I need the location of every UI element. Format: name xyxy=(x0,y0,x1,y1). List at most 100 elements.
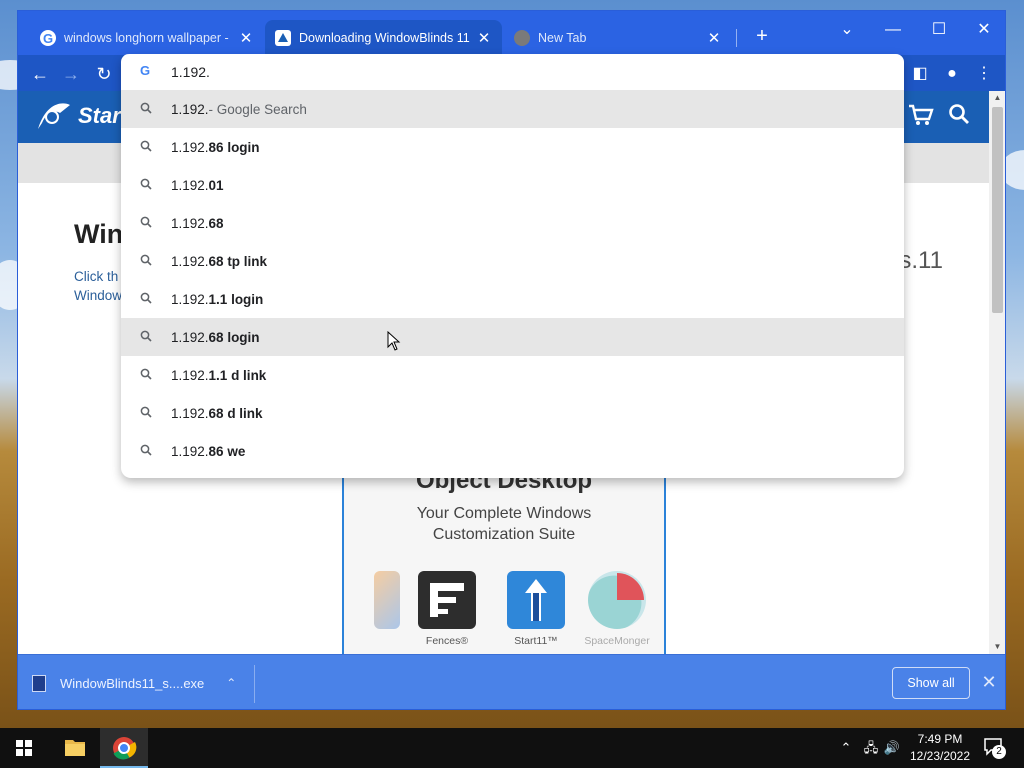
address-bar[interactable]: G 1.192. xyxy=(121,54,904,90)
chrome-taskbar-button[interactable] xyxy=(100,728,148,768)
show-all-button[interactable]: Show all xyxy=(892,667,970,699)
omnibox-suggestion[interactable]: 1.192. 86 login xyxy=(121,128,904,166)
search-icon xyxy=(121,254,171,269)
clock[interactable]: 7:49 PM 12/23/2022 xyxy=(902,731,978,765)
back-button[interactable]: ← xyxy=(27,61,53,87)
suggestion-completion-text: 1.1 login xyxy=(208,291,264,307)
downloads-bar: WindowBlinds11_s....exe ⌃ Show all ✕ xyxy=(18,654,1005,709)
tab-downloading-windowblinds[interactable]: Downloading WindowBlinds 11 ✕ xyxy=(265,20,502,55)
menu-icon[interactable]: ⋮ xyxy=(971,61,997,87)
search-icon xyxy=(121,292,171,307)
svg-text:G: G xyxy=(43,31,53,46)
tab-close-icon[interactable]: ✕ xyxy=(476,29,492,47)
promo-subtitle-line: Customization Suite xyxy=(432,526,576,543)
new-tab-button[interactable]: + xyxy=(750,25,774,49)
omnibox-suggestion[interactable]: 1.192. - Google Search xyxy=(121,90,904,128)
tab-close-icon[interactable]: ✕ xyxy=(706,29,722,47)
side-panel-icon[interactable]: ◧ xyxy=(907,61,933,87)
stardock-logo-icon xyxy=(38,103,70,129)
reload-button[interactable]: ↻ xyxy=(91,61,117,87)
file-explorer-button[interactable] xyxy=(51,728,99,768)
suggestion-typed-text: 1.192. xyxy=(171,443,209,459)
download-item[interactable]: WindowBlinds11_s....exe ⌃ xyxy=(32,667,236,699)
suggestion-typed-text: 1.192. xyxy=(171,329,209,345)
tab-longhorn-wallpaper[interactable]: G windows longhorn wallpaper - G ✕ xyxy=(30,20,264,55)
tab-title: windows longhorn wallpaper - G xyxy=(64,30,232,45)
app-name: Fences® xyxy=(425,635,469,647)
omnibox-suggestion[interactable]: 1.192. 68 xyxy=(121,204,904,242)
start-button[interactable] xyxy=(0,728,48,768)
intro-line: Click th xyxy=(74,269,119,284)
tray-chevron-icon[interactable]: ⌃ xyxy=(836,728,856,768)
tab-new-tab[interactable]: New Tab ✕ xyxy=(504,20,732,55)
suggestion-typed-text: 1.192. xyxy=(171,101,209,117)
site-search-icon[interactable] xyxy=(948,103,970,131)
promo-subtitle-line: Your Complete Windows xyxy=(416,505,592,522)
notification-badge: 2 xyxy=(992,745,1006,759)
suggestion-completion-text: 1.1 d link xyxy=(208,367,267,383)
suggestion-typed-text: 1.192. xyxy=(171,139,209,155)
clock-date: 12/23/2022 xyxy=(909,749,971,763)
suggestion-typed-text: 1.192. xyxy=(171,177,209,193)
app-name: SpaceMonger xyxy=(584,635,650,647)
folder-icon xyxy=(65,740,85,756)
omnibox-suggestion[interactable]: 1.192. 68 login xyxy=(121,318,904,356)
omnibox-suggestion[interactable]: 1.192. 68 tp link xyxy=(121,242,904,280)
omnibox-suggestion[interactable]: 1.192. 86 we xyxy=(121,432,904,470)
suggestion-completion-text: 68 login xyxy=(208,329,260,345)
omnibox-dropdown: G 1.192. 1.192. - Google Search 1.192. 86 … xyxy=(121,54,904,478)
scrollbar-thumb[interactable] xyxy=(992,107,1003,313)
scroll-down-icon[interactable]: ▼ xyxy=(989,640,1005,654)
search-icon xyxy=(121,216,171,231)
suggestion-typed-text: 1.192. xyxy=(171,405,209,421)
clock-time: 7:49 PM xyxy=(917,732,963,746)
omnibox-suggestion[interactable]: 1.192. 01 xyxy=(121,166,904,204)
suggestion-typed-text: 1.192. xyxy=(171,215,209,231)
chrome-favicon-icon xyxy=(514,29,530,46)
tab-close-icon[interactable]: ✕ xyxy=(238,29,254,47)
notification-center-button[interactable]: 2 xyxy=(980,736,1006,760)
suggestion-completion-text: 68 d link xyxy=(208,405,263,421)
windows-taskbar: ⌃ 🖧 🔊 7:49 PM 12/23/2022 2 xyxy=(0,728,1024,768)
suggestion-completion-text: 86 we xyxy=(208,443,246,459)
omnibox-suggestion[interactable]: 1.192. 1.1 login xyxy=(121,280,904,318)
search-icon xyxy=(121,406,171,421)
tab-title: Downloading WindowBlinds 11 xyxy=(299,30,470,45)
google-icon: G xyxy=(121,63,171,81)
search-icon xyxy=(121,444,171,459)
search-icon xyxy=(121,368,171,383)
search-icon xyxy=(121,330,171,345)
app-partial-icon xyxy=(374,571,400,629)
tab-search-button[interactable]: ⌄ xyxy=(824,15,870,45)
chrome-icon xyxy=(113,737,137,760)
suggestion-completion-text: 68 xyxy=(208,215,224,231)
close-downloads-icon[interactable]: ✕ xyxy=(978,669,1000,695)
search-icon xyxy=(121,178,171,193)
chrome-window: G windows longhorn wallpaper - G ✕ Downl… xyxy=(17,10,1006,710)
omnibox-suggestion[interactable]: 1.192. 1.1 d link xyxy=(121,356,904,394)
address-input[interactable]: 1.192. xyxy=(171,64,210,80)
minimize-button[interactable]: — xyxy=(870,15,916,45)
chevron-up-icon[interactable]: ⌃ xyxy=(226,676,236,690)
suggestion-completion-text: 68 tp link xyxy=(208,253,268,269)
promo-app-start11: Start11™ xyxy=(503,571,569,647)
object-desktop-promo[interactable]: Object Desktop Your Complete Windows Cus… xyxy=(342,451,666,654)
profile-icon[interactable]: ● xyxy=(939,61,965,87)
svg-text:G: G xyxy=(140,63,150,77)
cart-icon[interactable] xyxy=(908,103,934,133)
tab-separator xyxy=(736,29,737,47)
google-favicon-icon: G xyxy=(40,29,56,46)
network-icon[interactable]: 🖧 xyxy=(860,728,882,768)
stardock-favicon-icon xyxy=(275,29,291,46)
scroll-up-icon[interactable]: ▲ xyxy=(989,91,1005,105)
close-window-button[interactable]: ✕ xyxy=(961,15,1005,45)
volume-icon[interactable]: 🔊 xyxy=(882,728,902,768)
page-scrollbar[interactable]: ▲ ▼ xyxy=(989,91,1005,654)
promo-subtitle: Your Complete Windows Customization Suit… xyxy=(344,503,664,545)
maximize-button[interactable]: ☐ xyxy=(916,15,962,45)
stardock-logo[interactable]: Star xyxy=(32,99,121,133)
omnibox-suggestion[interactable]: 1.192. 68 d link xyxy=(121,394,904,432)
download-file-name: WindowBlinds11_s....exe xyxy=(60,675,205,691)
search-icon xyxy=(121,140,171,155)
forward-button[interactable]: → xyxy=(58,61,84,87)
